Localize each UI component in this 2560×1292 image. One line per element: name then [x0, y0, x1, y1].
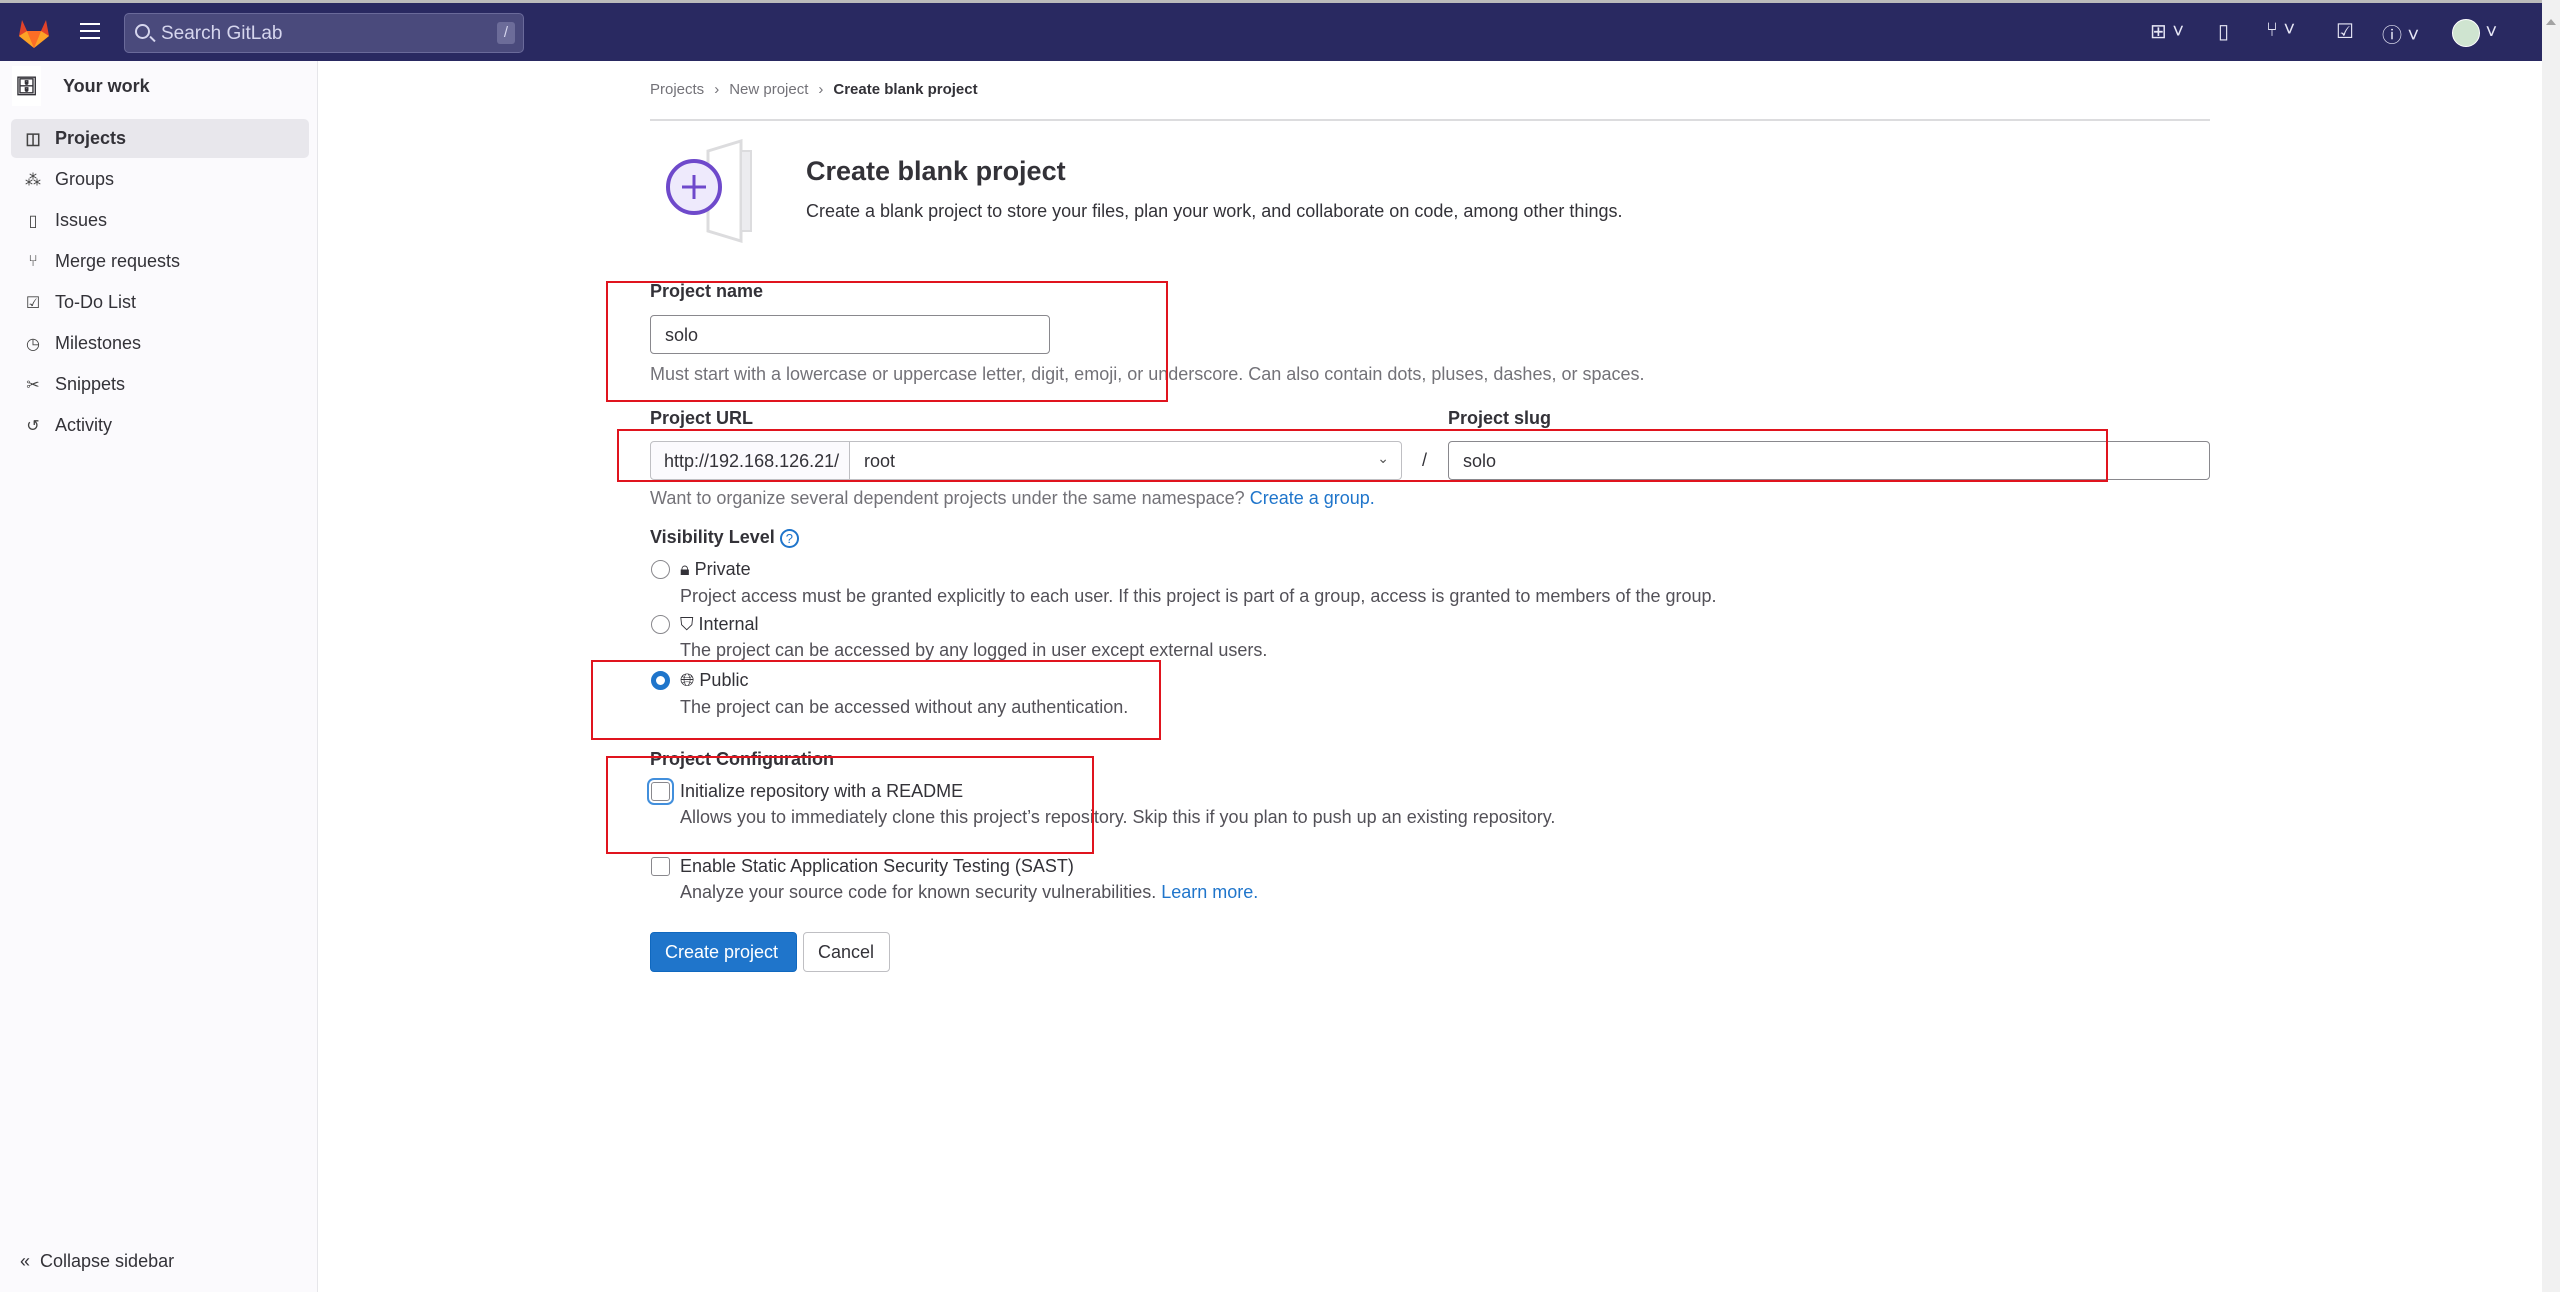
lock-icon: 🔒︎ [680, 559, 690, 579]
breadcrumb: Projects › New project › Create blank projec… [650, 81, 978, 98]
page-title: Create blank project [806, 156, 1066, 186]
option-label: Private [694, 559, 751, 579]
readme-desc: Allows you to immediately clone this pro… [680, 807, 1556, 827]
search-shortcut: / [497, 22, 515, 44]
create-project-button[interactable]: Create project [650, 932, 797, 972]
breadcrumb-current: Create blank project [833, 81, 978, 98]
sidebar-item-snippets[interactable]: ✂ Snippets [11, 365, 309, 404]
visibility-private-radio[interactable] [651, 560, 670, 579]
collapse-label: Collapse sidebar [40, 1251, 175, 1271]
sidebar-item-label: Groups [55, 169, 115, 189]
sidebar-item-label: Snippets [55, 374, 126, 394]
sidebar-item-issues[interactable]: ▯ Issues [11, 201, 309, 240]
namespace-select[interactable]: root ⌄ [849, 441, 1402, 480]
sidebar: 🗄 Your work ◫ Projects ⁂ Groups ▯ Issues ⑂ Me… [0, 61, 318, 1292]
sidebar-item-groups[interactable]: ⁂ Groups [11, 160, 309, 199]
top-bar: Search GitLab / ⊞ ˅ ▯ ⑂ ˅ ☑ ⓘ ˅ ˅ [0, 0, 2542, 61]
sast-label[interactable]: Enable Static Application Security Testi… [680, 856, 1074, 877]
page-description: Create a blank project to store your fil… [806, 201, 1623, 221]
sidebar-item-merge-requests[interactable]: ⑂ Merge requests [11, 242, 309, 281]
chevron-right-icon: › [714, 81, 720, 98]
visibility-internal-label[interactable]: ⛉ Internal [680, 614, 759, 635]
issues-icon: ▯ [28, 212, 38, 230]
plus-square-icon[interactable]: ⊞ ˅ [2150, 19, 2184, 44]
clock-icon: ◷ [26, 335, 40, 353]
double-chevron-left-icon: « [20, 1251, 41, 1271]
sidebar-item-label: Activity [55, 415, 113, 435]
option-label: Internal [698, 614, 759, 634]
project-name-help: Must start with a lowercase or uppercase… [650, 364, 1645, 384]
chevron-right-icon: › [818, 81, 824, 98]
url-separator: / [1422, 450, 1428, 470]
chevron-down-icon: ⌄ [1377, 450, 1389, 466]
project-name-input[interactable]: solo [650, 315, 1050, 354]
project-url-label: Project URL [650, 408, 754, 428]
project-slug-input[interactable]: solo [1448, 441, 2210, 480]
globe-icon: 🌐︎ [680, 670, 695, 690]
context-your-work[interactable]: 🗄 Your work [12, 66, 150, 106]
project-config-label: Project Configuration [650, 749, 834, 769]
context-label: Your work [63, 75, 150, 96]
cancel-button[interactable]: Cancel [803, 932, 890, 972]
sidebar-item-todo[interactable]: ☑ To-Do List [11, 283, 309, 322]
option-label: Public [699, 670, 749, 690]
visibility-public-desc: The project can be accessed without any … [680, 697, 1129, 717]
visibility-label-text: Visibility Level [650, 527, 775, 547]
visibility-private-label[interactable]: 🔒︎ Private [680, 559, 751, 580]
avatar[interactable]: ˅ [2452, 19, 2497, 47]
search-placeholder: Search GitLab [161, 23, 283, 44]
create-group-link[interactable]: Create a group. [1250, 488, 1375, 508]
sidebar-item-activity[interactable]: ↺ Activity [11, 406, 309, 445]
sast-desc: Analyze your source code for known secur… [680, 882, 1157, 902]
gitlab-logo[interactable] [16, 17, 52, 49]
breadcrumb-new-project[interactable]: New project [729, 81, 808, 98]
merge-request-icon: ⑂ [28, 252, 38, 270]
shield-icon: ⛉ [680, 614, 694, 634]
visibility-internal-radio[interactable] [651, 615, 670, 634]
menu-icon[interactable] [80, 23, 100, 39]
visibility-public-radio[interactable] [651, 671, 670, 690]
readme-checkbox[interactable] [651, 782, 670, 801]
project-slug-label: Project slug [1448, 408, 1552, 428]
todo-icon[interactable]: ☑ [2336, 19, 2354, 44]
annotation-box [606, 756, 1094, 854]
sidebar-item-label: Projects [55, 128, 127, 148]
merge-request-icon[interactable]: ⑂ ˅ [2266, 19, 2295, 42]
sidebar-item-label: Milestones [55, 333, 142, 353]
readme-label[interactable]: Initialize repository with a README [680, 781, 963, 802]
help-icon[interactable]: ⓘ ˅ [2382, 19, 2419, 48]
visibility-internal-desc: The project can be accessed by any logge… [680, 640, 1268, 660]
sidebar-item-projects[interactable]: ◫ Projects [11, 119, 309, 158]
search-icon [135, 24, 150, 39]
learn-more-link[interactable]: Learn more. [1161, 882, 1258, 902]
todo-icon: ☑ [25, 294, 41, 312]
url-prefix: http://192.168.126.21/ [650, 441, 850, 480]
visibility-label: Visibility Level ? [650, 527, 799, 548]
visibility-public-label[interactable]: 🌐︎ Public [680, 670, 748, 691]
sidebar-item-label: To-Do List [55, 292, 137, 312]
namespace-help: Want to organize several dependent proje… [650, 488, 1245, 508]
sidebar-item-label: Issues [55, 210, 108, 230]
briefcase-icon: 🗄 [12, 66, 41, 106]
collapse-sidebar-button[interactable]: « Collapse sidebar [20, 1251, 174, 1272]
issues-icon[interactable]: ▯ [2218, 19, 2229, 44]
scrollbar[interactable] [2542, 0, 2560, 1292]
snippet-icon: ✂ [26, 376, 40, 394]
sidebar-item-label: Merge requests [55, 251, 181, 271]
divider [650, 119, 2210, 121]
project-name-label: Project name [650, 281, 764, 301]
breadcrumb-projects[interactable]: Projects [650, 81, 704, 98]
search-input[interactable]: Search GitLab / [124, 13, 524, 53]
visibility-private-desc: Project access must be granted explicitl… [680, 586, 1717, 606]
project-icon: ◫ [25, 130, 41, 148]
help-icon[interactable]: ? [779, 529, 799, 548]
history-icon: ↺ [26, 417, 40, 435]
sast-checkbox[interactable] [651, 857, 670, 876]
sidebar-item-milestones[interactable]: ◷ Milestones [11, 324, 309, 363]
blank-project-illustration [666, 139, 752, 243]
group-icon: ⁂ [25, 171, 41, 189]
namespace-value: root [864, 451, 896, 471]
